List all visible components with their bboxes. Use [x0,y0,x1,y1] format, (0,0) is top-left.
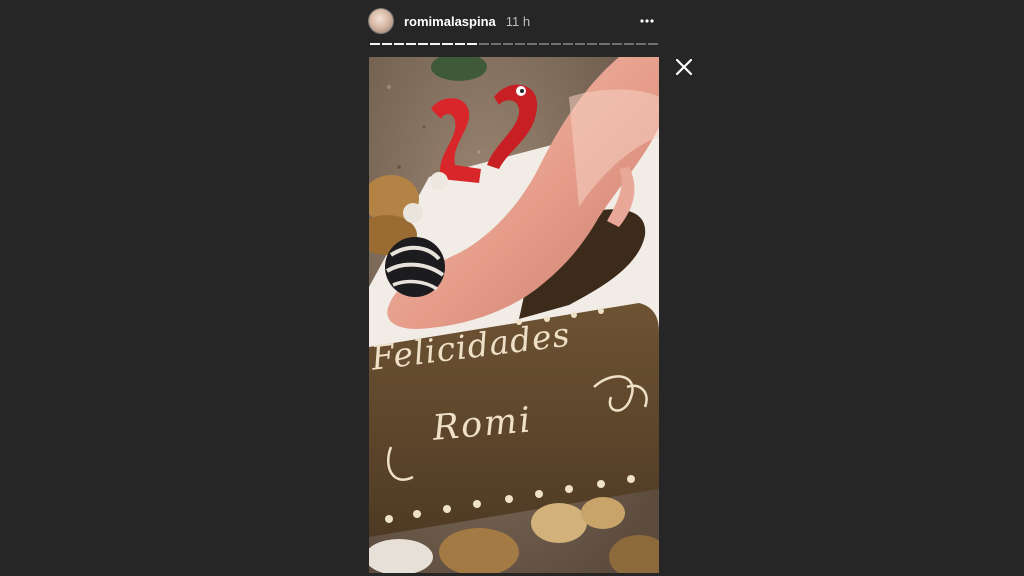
story-progress-segment [575,43,586,45]
story-progress-segment [599,43,610,45]
story-progress-segment [406,43,417,45]
story-media[interactable]: Felicidades Romi [369,57,659,573]
story-progress-segment [382,43,393,45]
story-progress-segment [454,43,465,45]
username[interactable]: romimalaspina [404,14,496,29]
story-header: romimalaspina 11 h [368,6,660,36]
story-progress-segment [514,43,526,45]
story-progress-segment [466,43,477,45]
story-progress-segment [647,43,658,45]
cake-photo [369,57,659,573]
story-viewer: romimalaspina 11 h Felicidades Romi [0,0,1024,576]
story-progress-segment [370,43,381,45]
story-progress-segment [430,43,441,45]
story-progress-segment [478,43,489,45]
timestamp: 11 h [505,13,531,29]
story-progress-segment [623,43,634,45]
close-icon[interactable] [674,57,694,77]
story-progress-bar [370,43,658,45]
story-progress-segment [394,43,405,45]
more-horizontal-icon[interactable] [638,12,656,30]
story-progress-segment [563,43,574,45]
story-progress-segment [587,43,598,45]
story-progress-segment [527,43,538,45]
story-progress-segment [442,43,453,45]
story-progress-segment [539,43,550,45]
avatar[interactable] [368,8,394,34]
story-progress-segment [490,43,501,45]
story-progress-segment [551,43,562,45]
story-progress-segment [635,43,646,45]
story-progress-segment [418,43,429,45]
story-progress-segment [502,43,513,45]
story-progress-segment [611,43,622,45]
